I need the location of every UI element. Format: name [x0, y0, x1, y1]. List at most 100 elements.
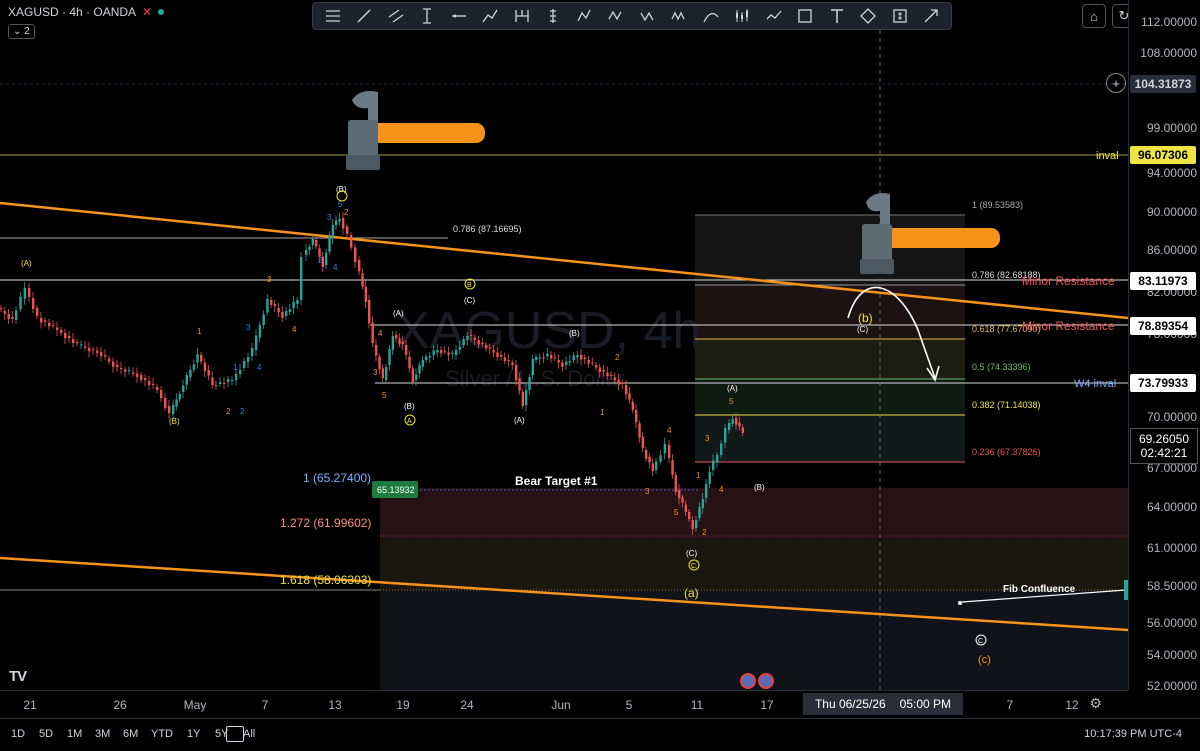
timeframe-button-3m[interactable]: 3M: [95, 728, 110, 740]
horizontal-ray-icon[interactable]: [448, 5, 470, 27]
wxyz-wave-icon[interactable]: [668, 5, 690, 27]
close-icon[interactable]: ✕: [142, 5, 152, 19]
shape-icon[interactable]: [857, 5, 879, 27]
price-tick-label: 58.50000: [1146, 579, 1197, 593]
svg-text:5: 5: [382, 391, 387, 400]
candle-countdown: 02:42:21: [1140, 446, 1188, 460]
timeframe-button-1d[interactable]: 1D: [11, 728, 25, 740]
svg-text:5: 5: [674, 508, 679, 517]
svg-text:(C): (C): [857, 325, 868, 334]
timeframe-button-all[interactable]: All: [243, 728, 255, 740]
svg-text:(B): (B): [169, 417, 180, 426]
refresh-icon[interactable]: ↻: [1112, 4, 1128, 28]
time-axis[interactable]: Thu 06/25/26 05:00 PM ⚙ 21 26 May 7 13 19 24 Ju…: [0, 690, 1128, 719]
svg-text:4: 4: [378, 329, 383, 338]
arrow-icon[interactable]: [920, 5, 942, 27]
timeframe-button-1y[interactable]: 1Y: [187, 728, 200, 740]
svg-text:(A): (A): [21, 259, 32, 268]
gear-icon[interactable]: ⚙: [1089, 695, 1102, 712]
text-icon[interactable]: [826, 5, 848, 27]
add-alert-icon[interactable]: +: [1106, 73, 1126, 93]
timeframe-button-ytd[interactable]: YTD: [151, 728, 173, 740]
price-tick-label: 70.00000: [1146, 410, 1197, 424]
wave-c-label: (c): [978, 654, 991, 666]
price-axis[interactable]: 112.00000 108.00000 99.00000 94.00000 90.000…: [1128, 0, 1200, 693]
wave-a-label: (a): [684, 586, 699, 600]
svg-text:1: 1: [197, 327, 202, 336]
fib-786-left-label: 0.786 (87.16695): [453, 224, 522, 234]
us-flag-icon[interactable]: [740, 673, 756, 689]
us-flag-icon[interactable]: [758, 673, 774, 689]
price-tick-label: 86.00000: [1146, 243, 1197, 257]
price-label-icon[interactable]: [889, 5, 911, 27]
abcd-wave-icon[interactable]: [574, 5, 596, 27]
svg-text:3: 3: [705, 434, 710, 443]
cursor-date: Thu 06/25/26: [814, 697, 886, 711]
pitchfork-icon[interactable]: [511, 5, 533, 27]
candles-icon[interactable]: [731, 5, 753, 27]
fib-confluence-label: Fib Confluence: [1003, 584, 1076, 595]
price-level-tag: 96.07306: [1130, 146, 1196, 164]
trend-line-icon[interactable]: [353, 5, 375, 27]
bottom-bar: 1D 5D 1M 3M 6M YTD 1Y 5Y All 10:17:39 PM UTC-4: [0, 718, 1200, 751]
ace-wave-icon[interactable]: [605, 5, 627, 27]
layer-count: 2: [24, 26, 30, 37]
ext-1272-label: 1.272 (61.99602): [280, 516, 371, 530]
w4-inval-label: W4 inval: [1074, 378, 1116, 390]
svg-text:(A): (A): [393, 309, 404, 318]
svg-text:5: 5: [729, 397, 734, 406]
svg-text:2: 2: [702, 528, 707, 537]
parallel-channel-icon[interactable]: [385, 5, 407, 27]
layer-count-badge[interactable]: ⌄ 2: [8, 24, 35, 39]
timeframe-button-6m[interactable]: 6M: [123, 728, 138, 740]
wxy-wave-icon[interactable]: [637, 5, 659, 27]
svg-text:2: 2: [344, 208, 349, 217]
price-level-tag: 78.89354: [1130, 317, 1196, 335]
timeframe-button-5d[interactable]: 5D: [39, 728, 53, 740]
tradingview-logo: TV: [9, 668, 27, 685]
price-tick-label: 90.00000: [1146, 205, 1197, 219]
price-tick-label: 54.00000: [1146, 648, 1197, 662]
wave-C-circled: C: [978, 638, 983, 645]
curve-icon[interactable]: [700, 5, 722, 27]
svg-text:(C): (C): [686, 549, 697, 558]
price-tick-label: 56.00000: [1146, 616, 1197, 630]
time-cursor-label: Thu 06/25/26 05:00 PM: [803, 693, 963, 715]
time-tick-label: May: [183, 698, 207, 712]
fib-levels-icon[interactable]: [542, 5, 564, 27]
time-tick-label: 24: [460, 698, 474, 712]
current-price-tag: 69.26050 02:42:21: [1130, 428, 1198, 464]
time-tick-label: 17: [760, 698, 774, 712]
time-tick-label: 7: [1006, 698, 1014, 712]
fib-236-label: 0.236 (67.37826): [972, 447, 1041, 457]
horizontal-lines-icon[interactable]: [322, 5, 344, 27]
green-price-tag: 65.13932: [377, 485, 415, 495]
svg-text:C: C: [691, 563, 696, 570]
symbol-title[interactable]: XAGUSD · 4h · OANDA: [8, 5, 136, 19]
path-icon[interactable]: [479, 5, 501, 27]
clock[interactable]: 10:17:39 PM UTC-4: [1084, 728, 1182, 740]
svg-text:4: 4: [257, 363, 262, 372]
svg-text:4: 4: [292, 325, 297, 334]
time-tick-label: 19: [396, 698, 410, 712]
fib-1-label: 1 (89.53583): [972, 200, 1023, 210]
forecast-icon[interactable]: [763, 5, 785, 27]
chart-area[interactable]: XAGUSD, 4h Silver / U.S. Dollar 1 (89.53…: [0, 0, 1128, 690]
minor-resistance-label-1: Minor Resistance: [1022, 274, 1115, 288]
time-tick-label: 13: [328, 698, 342, 712]
home-icon[interactable]: ⌂: [1082, 4, 1106, 28]
svg-text:(A): (A): [514, 416, 525, 425]
date-range-icon[interactable]: [226, 726, 244, 742]
price-chart[interactable]: XAGUSD, 4h Silver / U.S. Dollar 1 (89.53…: [0, 0, 1128, 690]
time-tick-label: 11: [690, 698, 704, 712]
inval-label: inval: [1096, 150, 1119, 162]
timeframe-button-1m[interactable]: 1M: [67, 728, 82, 740]
hammer-icon: [346, 91, 485, 170]
rectangle-icon[interactable]: [794, 5, 816, 27]
symbol-legend[interactable]: XAGUSD · 4h · OANDA ✕: [8, 5, 165, 19]
vertical-line-icon[interactable]: [416, 5, 438, 27]
bear-target-label: Bear Target #1: [515, 474, 598, 488]
price-tick-label: 61.00000: [1146, 541, 1197, 555]
fib-5-label: 0.5 (74.33396): [972, 362, 1031, 372]
svg-text:(B): (B): [754, 483, 765, 492]
